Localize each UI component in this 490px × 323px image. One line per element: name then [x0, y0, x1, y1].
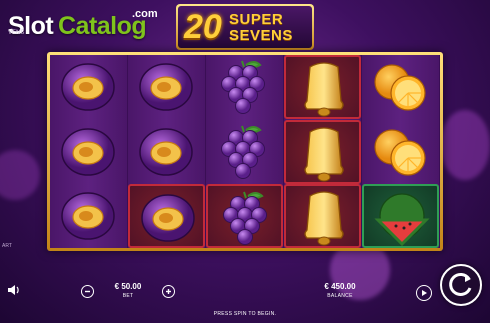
background-light — [440, 110, 490, 180]
status-message: PRESS SPIN TO BEGIN. — [213, 311, 277, 317]
plum-icon — [61, 192, 115, 240]
plum-icon — [139, 63, 193, 111]
logo-number: 20 — [184, 8, 222, 46]
reel-cell — [284, 184, 361, 248]
logo-line1: SUPER — [229, 11, 284, 28]
bell-icon — [304, 62, 344, 117]
balance-label: BALANCE — [327, 293, 353, 299]
bet-label: BET — [122, 293, 134, 299]
slotcatalog-watermark: Slot Catalog .com VENS — [8, 4, 158, 44]
grapes-icon — [221, 125, 265, 179]
plum-icon — [61, 63, 115, 111]
bell-icon — [304, 126, 344, 181]
reel-cell — [50, 120, 127, 184]
edge-text-side-left: ART — [2, 243, 12, 249]
watermelon-icon — [374, 193, 430, 247]
reel-cell — [128, 184, 205, 248]
autoplay-button[interactable] — [416, 285, 432, 301]
grapes-icon — [221, 60, 265, 114]
plus-icon — [166, 289, 171, 294]
bet-value: € 50.00 — [114, 282, 142, 291]
bell-icon — [304, 191, 344, 246]
reel-cell — [206, 55, 283, 119]
balance-value: € 450.00 — [324, 282, 356, 291]
plum-icon — [141, 194, 195, 242]
grapes-icon — [223, 191, 267, 245]
reel-cell — [50, 55, 127, 119]
autoplay-icon — [422, 290, 427, 296]
reel-cell — [284, 55, 361, 119]
watermark-com: .com — [132, 8, 158, 20]
plum-icon — [61, 127, 115, 176]
reel-1 — [50, 55, 127, 248]
reel-4 — [284, 55, 361, 248]
decrease-bet-button[interactable] — [81, 285, 94, 298]
reel-frame — [47, 52, 443, 251]
reel-2 — [128, 55, 205, 248]
reel-cell — [284, 119, 361, 184]
logo-line2: SEVENS — [229, 27, 293, 44]
reel-cell — [206, 184, 283, 248]
reel-cell — [206, 120, 283, 184]
plum-icon — [139, 127, 193, 176]
reel-cell — [128, 55, 205, 119]
orange-icon — [374, 64, 426, 111]
reel-cell — [128, 120, 205, 184]
reel-cell — [362, 120, 439, 184]
game-logo: 20 SUPER SEVENS — [176, 4, 314, 50]
spin-icon — [449, 272, 472, 296]
reel-cell — [362, 184, 439, 248]
reel-3 — [206, 55, 283, 248]
speaker-icon[interactable] — [7, 284, 21, 296]
reel-cell — [362, 55, 439, 119]
minus-icon — [85, 290, 90, 293]
edge-text-top-left: VENS — [8, 30, 25, 36]
increase-bet-button[interactable] — [162, 285, 175, 298]
watermark-slot: Slot — [8, 12, 54, 40]
reel-5 — [362, 55, 439, 248]
spin-button[interactable] — [440, 264, 482, 306]
reels-area — [50, 55, 440, 248]
reel-cell — [50, 184, 127, 248]
orange-icon — [374, 128, 426, 176]
background-light — [0, 150, 40, 200]
